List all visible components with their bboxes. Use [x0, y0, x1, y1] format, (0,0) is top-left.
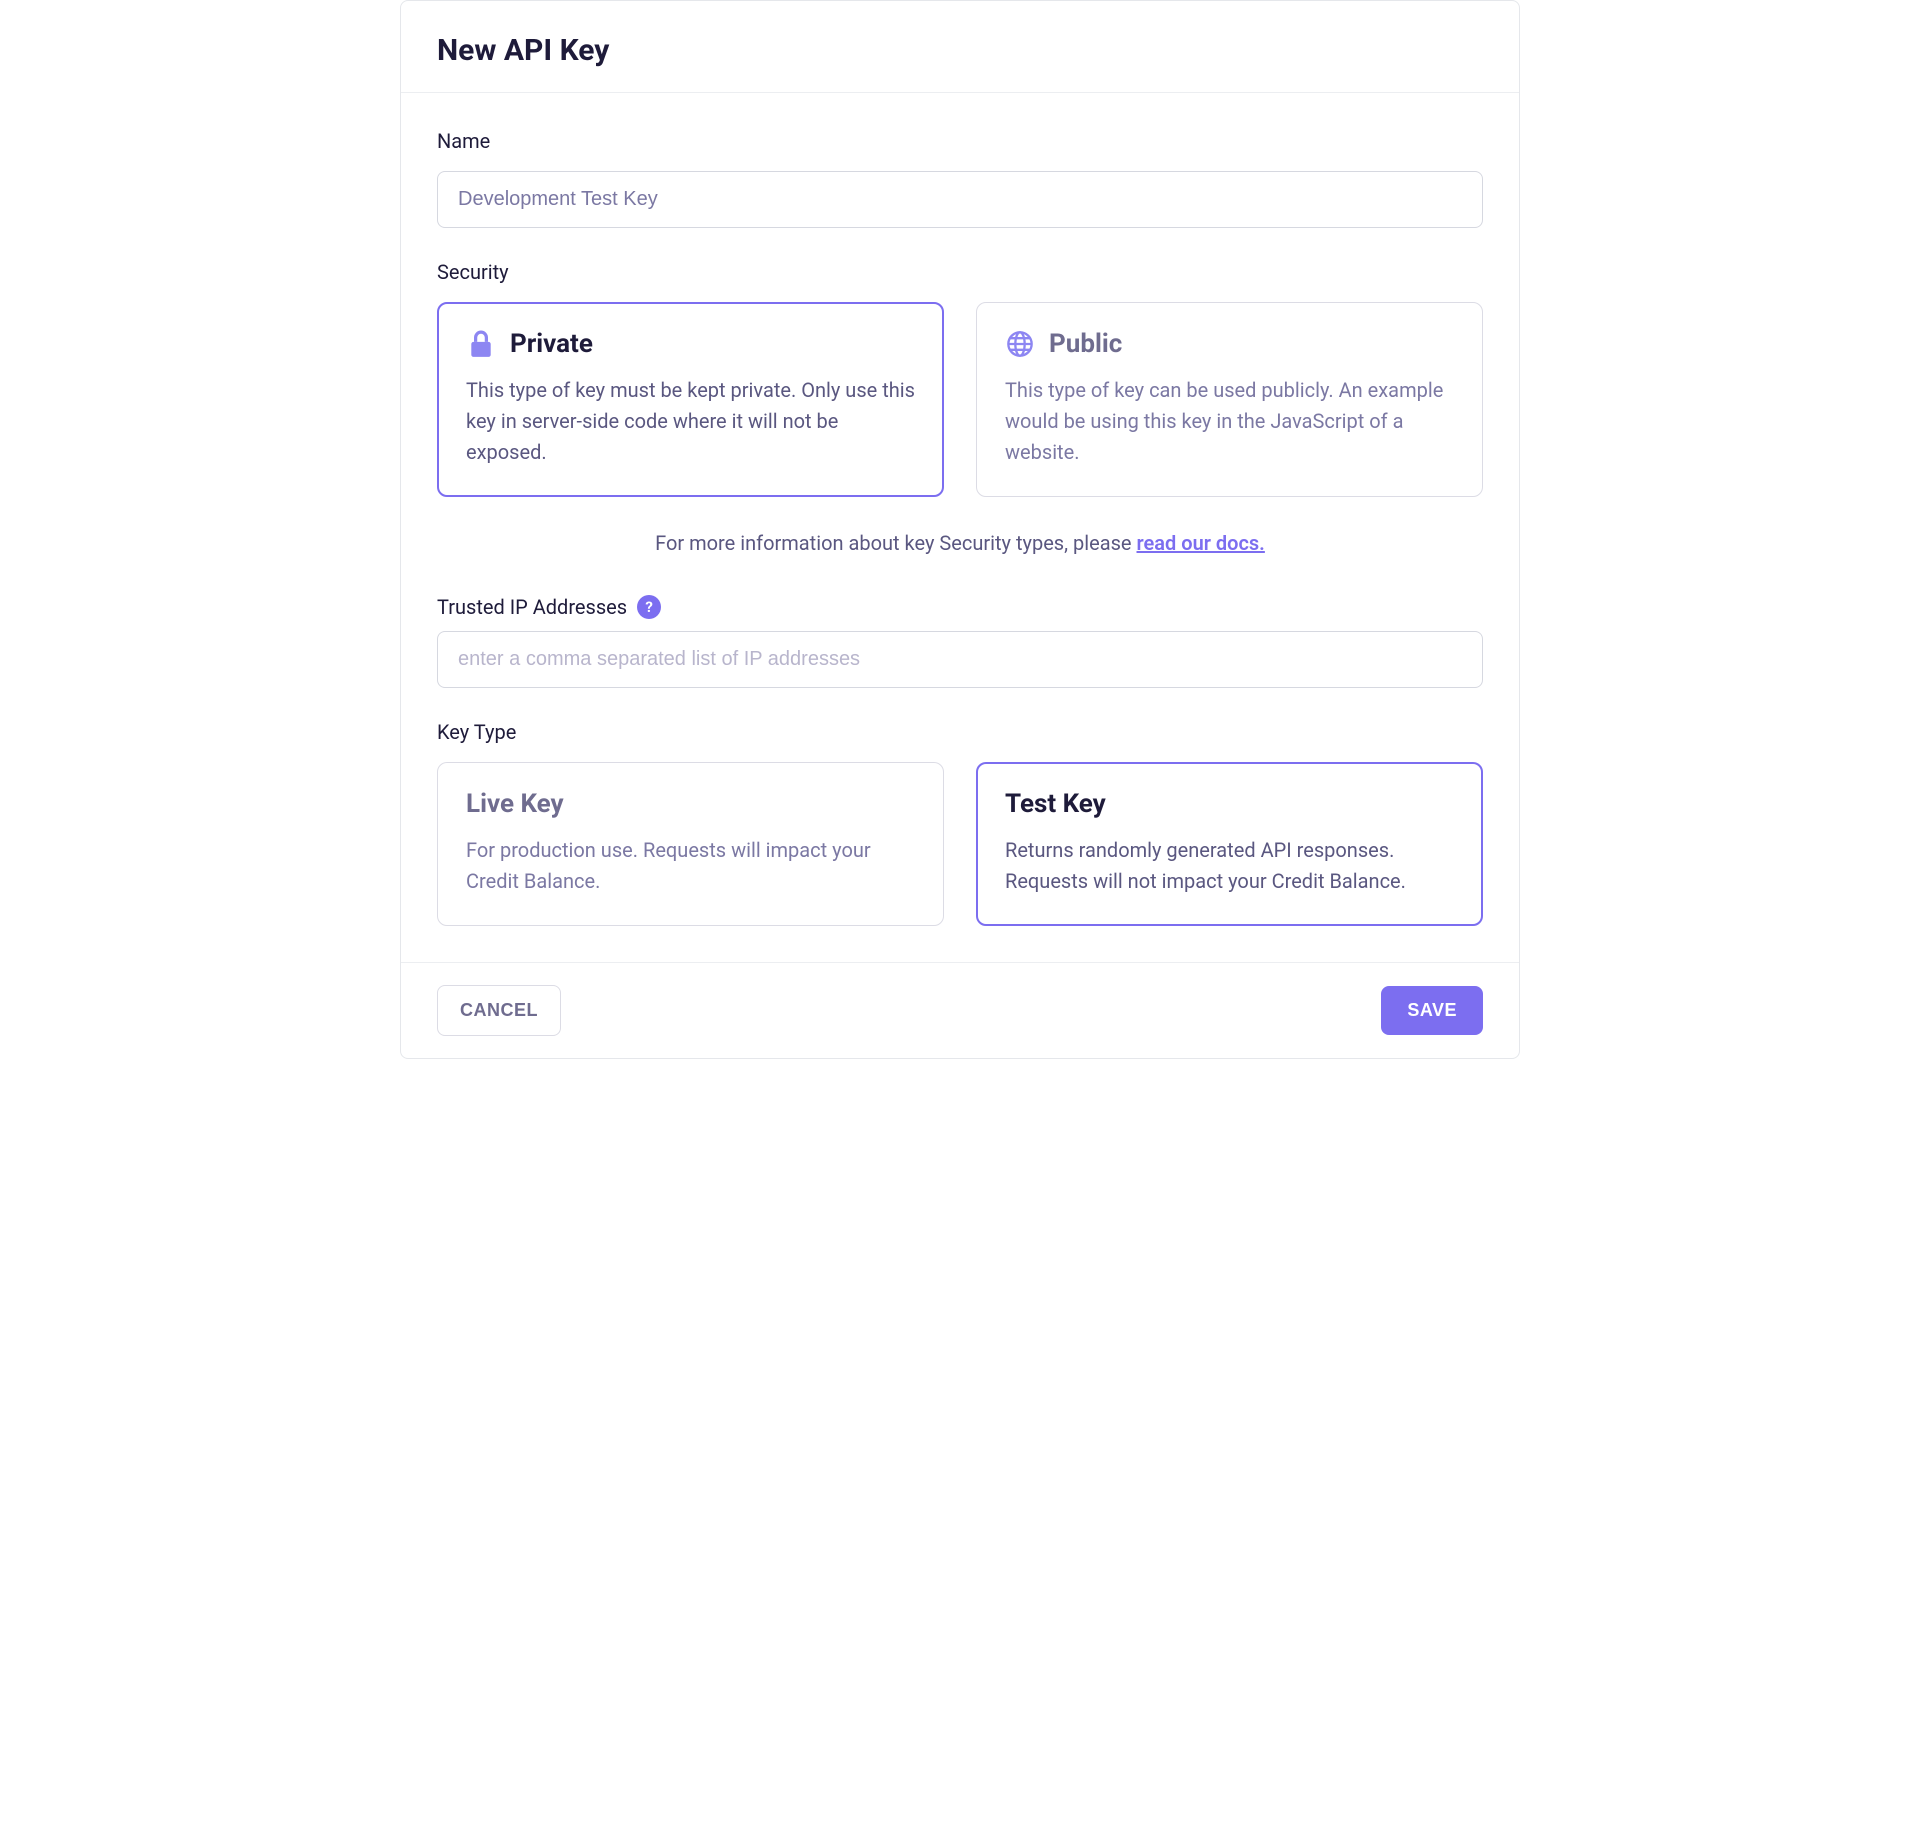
globe-icon [1005, 329, 1035, 359]
key-type-section: Key Type Live Key For production use. Re… [437, 720, 1483, 926]
key-type-option-test[interactable]: Test Key Returns randomly generated API … [976, 762, 1483, 926]
security-option-public[interactable]: Public This type of key can be used publ… [976, 302, 1483, 497]
modal-footer: CANCEL SAVE [401, 962, 1519, 1058]
name-label: Name [437, 129, 1483, 153]
option-header: Public [1005, 329, 1454, 359]
help-icon[interactable]: ? [637, 595, 661, 619]
read-docs-link[interactable]: read our docs. [1137, 531, 1265, 555]
key-type-label: Key Type [437, 720, 1483, 744]
name-input[interactable] [437, 171, 1483, 228]
security-label: Security [437, 260, 1483, 284]
modal-body: Name Security Private [401, 93, 1519, 962]
key-type-option-live[interactable]: Live Key For production use. Requests wi… [437, 762, 944, 926]
option-title: Live Key [466, 789, 564, 819]
lock-icon [466, 329, 496, 359]
option-description: Returns randomly generated API responses… [1005, 835, 1454, 897]
trusted-ips-label-row: Trusted IP Addresses ? [437, 595, 1483, 619]
option-title: Public [1049, 329, 1122, 359]
security-section: Security Private This type of key must b… [437, 260, 1483, 555]
help-prefix: For more information about key Security … [655, 531, 1136, 555]
option-description: For production use. Requests will impact… [466, 835, 915, 897]
name-section: Name [437, 129, 1483, 228]
option-description: This type of key must be kept private. O… [466, 375, 915, 468]
trusted-ips-input[interactable] [437, 631, 1483, 688]
new-api-key-modal: New API Key Name Security [400, 0, 1520, 1059]
security-option-private[interactable]: Private This type of key must be kept pr… [437, 302, 944, 497]
save-button[interactable]: SAVE [1381, 986, 1483, 1035]
trusted-ips-label: Trusted IP Addresses [437, 595, 627, 619]
security-help-text: For more information about key Security … [437, 531, 1483, 555]
option-header: Live Key [466, 789, 915, 819]
option-title: Test Key [1005, 789, 1106, 819]
modal-header: New API Key [401, 1, 1519, 93]
option-title: Private [510, 329, 593, 359]
cancel-button[interactable]: CANCEL [437, 985, 561, 1036]
trusted-ips-section: Trusted IP Addresses ? [437, 595, 1483, 688]
modal-title: New API Key [437, 33, 1483, 68]
key-type-options: Live Key For production use. Requests wi… [437, 762, 1483, 926]
option-description: This type of key can be used publicly. A… [1005, 375, 1454, 468]
security-options: Private This type of key must be kept pr… [437, 302, 1483, 497]
option-header: Test Key [1005, 789, 1454, 819]
option-header: Private [466, 329, 915, 359]
